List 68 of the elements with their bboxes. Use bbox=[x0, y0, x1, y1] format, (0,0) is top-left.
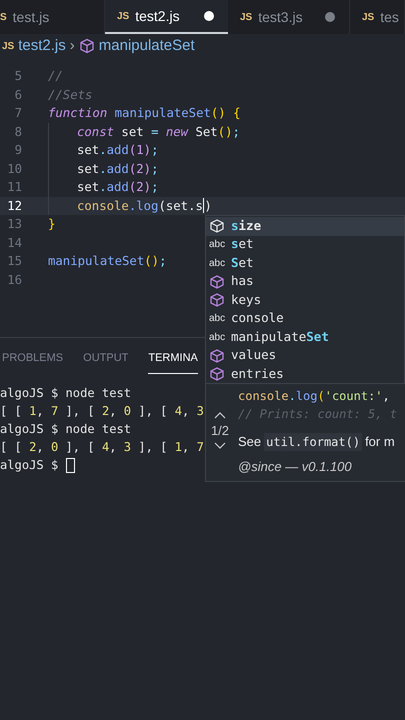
code-line: } bbox=[48, 216, 56, 234]
text-abc-icon: abc bbox=[209, 237, 225, 252]
js-file-icon: JS bbox=[362, 10, 374, 24]
line-number: 13 bbox=[6, 216, 22, 234]
code-line: set.add(2); bbox=[77, 179, 158, 196]
line-number: 10 bbox=[6, 160, 22, 178]
terminal-line: [ [ 1, 7 ], [ 2, 0 ], [ 4, 3 bbox=[0, 402, 204, 420]
breadcrumb-symbol[interactable]: manipulateSet bbox=[98, 34, 195, 58]
property-icon bbox=[209, 218, 225, 234]
terminal-line: algoJS $ bbox=[0, 456, 60, 474]
js-file-icon: JS bbox=[240, 10, 252, 24]
line-number: 5 bbox=[14, 68, 22, 86]
code-line: console.log(set.s) bbox=[77, 197, 212, 215]
terminal-line: algoJS $ node test bbox=[0, 384, 132, 402]
line-number: 15 bbox=[6, 253, 22, 270]
editor-tab[interactable]: JS test2.js bbox=[105, 0, 228, 34]
chevron-down-icon[interactable] bbox=[214, 442, 226, 449]
line-number: 7 bbox=[14, 105, 22, 122]
doc-text: See bbox=[238, 433, 262, 452]
line-number: 6 bbox=[14, 86, 22, 104]
suggestion-item[interactable]: entries bbox=[206, 365, 404, 384]
code-line: set.add(2); bbox=[77, 160, 158, 178]
suggestion-item[interactable]: size bbox=[206, 217, 404, 236]
text-abc-icon: abc bbox=[209, 330, 225, 345]
suggestion-item[interactable]: values bbox=[206, 346, 404, 365]
suggestion-item[interactable]: abc console bbox=[206, 310, 404, 328]
cube-icon bbox=[78, 38, 95, 54]
text-abc-icon: abc bbox=[209, 311, 225, 326]
page-counter: 1/2 bbox=[210, 422, 230, 440]
method-cube-icon bbox=[209, 274, 225, 290]
line-number: 16 bbox=[6, 272, 22, 289]
line-number: 8 bbox=[14, 124, 22, 141]
text-cursor bbox=[202, 198, 204, 214]
breadcrumb-separator: › bbox=[70, 36, 75, 56]
suggestion-item[interactable]: keys bbox=[206, 291, 404, 310]
doc-text: for m bbox=[365, 433, 395, 452]
method-cube-icon bbox=[209, 292, 225, 308]
suggestion-item[interactable]: abc set bbox=[206, 236, 404, 254]
suggestion-item[interactable]: abc manipulateSet bbox=[206, 328, 404, 346]
panel-tab[interactable]: OUTPUT bbox=[83, 344, 128, 374]
line-number: 12 bbox=[6, 198, 22, 215]
suggestion-item[interactable]: has bbox=[206, 272, 404, 291]
line-number: 11 bbox=[6, 179, 22, 196]
code-line: //Sets bbox=[48, 86, 92, 104]
code-line: manipulateSet(); bbox=[48, 253, 166, 270]
since-tag: @since — v0.1.100 bbox=[238, 457, 397, 476]
line-number: 14 bbox=[6, 234, 22, 252]
method-cube-icon bbox=[209, 348, 225, 364]
terminal-line: [ [ 2, 0 ], [ 4, 3 ], [ 1, 7 bbox=[0, 438, 204, 456]
code-line: const set = new Set(); bbox=[77, 124, 240, 141]
chevron-up-icon[interactable] bbox=[214, 412, 226, 418]
code-comment: // Prints: count: 5, t bbox=[238, 406, 397, 423]
js-file-icon: S bbox=[0, 10, 7, 24]
inline-code: util.format() bbox=[264, 433, 362, 451]
terminal-line: algoJS $ node test bbox=[0, 420, 132, 438]
suggestion-item[interactable]: abc Set bbox=[206, 254, 404, 272]
panel-tab[interactable]: PROBLEMS bbox=[2, 344, 64, 374]
code-example: console.log('count:', bbox=[238, 388, 391, 405]
text-abc-icon: abc bbox=[209, 256, 225, 271]
code-line: set.add(1); bbox=[77, 142, 158, 160]
code-line: function manipulateSet() { bbox=[48, 105, 241, 122]
line-number: 9 bbox=[14, 142, 22, 160]
js-file-icon: JS bbox=[117, 8, 130, 24]
code-line: // bbox=[48, 68, 63, 86]
js-file-icon: JS bbox=[2, 38, 14, 54]
panel-tab[interactable]: TERMINA bbox=[148, 344, 198, 374]
method-cube-icon bbox=[209, 366, 225, 382]
breadcrumb-file[interactable]: test2.js bbox=[18, 34, 66, 58]
